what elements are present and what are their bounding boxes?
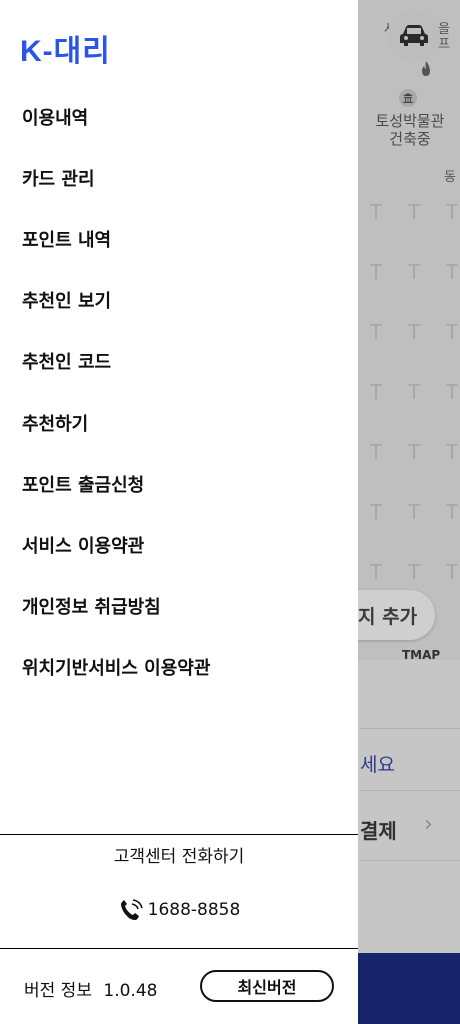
map-road-mark: T xyxy=(446,200,459,224)
map-road-mark: T xyxy=(370,440,383,464)
car-location-button[interactable] xyxy=(388,10,440,62)
map-road-mark: T xyxy=(408,560,421,584)
menu-item-point-withdrawal[interactable]: 포인트 출금신청 xyxy=(0,453,358,514)
app-logo: K-대리 xyxy=(20,35,111,68)
menu-item-point-history[interactable]: 포인트 내역 xyxy=(0,208,358,269)
car-icon xyxy=(400,25,428,46)
map-road-mark: T xyxy=(370,260,383,284)
sheet-divider xyxy=(360,790,460,791)
drawer-divider xyxy=(0,834,358,835)
menu-item-privacy-policy[interactable]: 개인정보 취급방침 xyxy=(0,576,358,637)
menu-item-location-terms[interactable]: 위치기반서비스 이용약관 xyxy=(0,637,358,698)
add-stop-label: 지 추가 xyxy=(358,606,418,628)
chevron-right-icon: › xyxy=(424,812,433,837)
map-road-mark: T xyxy=(408,500,421,524)
customer-center-title[interactable]: 고객센터 전화하기 xyxy=(0,842,358,867)
map-road-mark: T xyxy=(446,560,459,584)
map-road-mark: T xyxy=(408,200,421,224)
map-road-mark: T xyxy=(408,260,421,284)
map-road-mark: T xyxy=(408,380,421,404)
phone-icon xyxy=(120,899,143,920)
destination-hint: 세요 xyxy=(360,754,395,776)
map-road-mark: T xyxy=(408,320,421,344)
map-road-mark: T xyxy=(370,200,383,224)
menu-item-view-referrers[interactable]: 추천인 보기 xyxy=(0,270,358,331)
version-label: 버전 정보 xyxy=(24,981,92,1001)
side-drawer: K-대리 이용내역 카드 관리 포인트 내역 추천인 보기 추천인 코드 추천하… xyxy=(0,0,358,1024)
version-info: 버전 정보 1.0.48 xyxy=(24,976,157,1001)
map-road-mark: T xyxy=(370,380,383,404)
map-road-mark: T xyxy=(446,440,459,464)
latest-version-button[interactable]: 최신버전 xyxy=(200,970,334,1002)
menu-item-usage-history[interactable]: 이용내역 xyxy=(0,86,358,147)
map-road-mark: T xyxy=(446,260,459,284)
map-pattern: T T T T T T T T T T T T T T T T T T T T T xyxy=(360,200,460,620)
payment-label[interactable]: 결제 xyxy=(360,815,397,844)
map-road-mark: T xyxy=(446,380,459,404)
map-label-museum: 토성박물관 건축중 xyxy=(375,112,445,148)
map-road-mark: T xyxy=(370,500,383,524)
map-road-mark: T xyxy=(370,320,383,344)
phone-number: 1688-8858 xyxy=(147,900,241,920)
sheet-divider xyxy=(360,728,460,729)
map-road-mark: T xyxy=(446,500,459,524)
map-road-mark: T xyxy=(370,560,383,584)
customer-center-phone[interactable]: 1688-8858 xyxy=(0,898,358,922)
sheet-divider xyxy=(360,860,460,861)
fire-station-icon xyxy=(422,61,430,76)
drawer-menu: 이용내역 카드 관리 포인트 내역 추천인 보기 추천인 코드 추천하기 포인트… xyxy=(0,86,358,698)
menu-item-terms-of-service[interactable]: 서비스 이용약관 xyxy=(0,514,358,575)
menu-item-card-management[interactable]: 카드 관리 xyxy=(0,147,358,208)
version-number: 1.0.48 xyxy=(103,981,158,1001)
map-road-mark: T xyxy=(408,440,421,464)
map-road-mark: T xyxy=(446,320,459,344)
menu-item-recommend[interactable]: 추천하기 xyxy=(0,392,358,453)
map-label-side: 동 xyxy=(444,170,456,185)
museum-icon xyxy=(399,89,417,107)
menu-item-referrer-code[interactable]: 추천인 코드 xyxy=(0,331,358,392)
drawer-divider xyxy=(0,948,358,949)
